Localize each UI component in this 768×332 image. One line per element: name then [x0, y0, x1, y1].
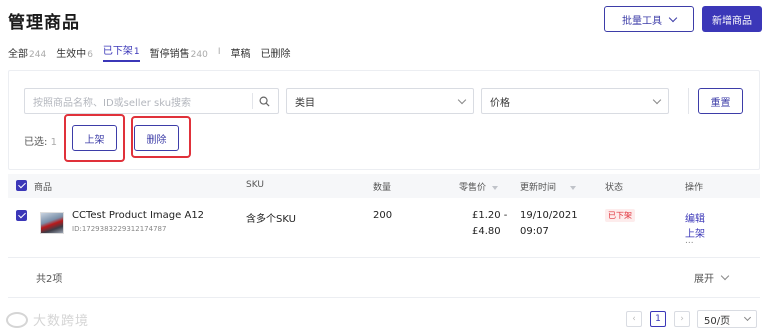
category-label: 类目: [295, 97, 315, 109]
tab-count: 244: [29, 49, 47, 60]
product-thumbnail: [40, 212, 64, 234]
price-select[interactable]: 价格: [481, 88, 669, 114]
tab-label: 全部: [8, 48, 28, 60]
table-row: CCTest Product Image A12 ID:172938322931…: [8, 198, 760, 258]
tab-count: 1: [133, 47, 140, 57]
chevron-down-icon: [720, 271, 730, 281]
tab-divider: I: [217, 47, 221, 57]
watermark-text: 大数跨境: [33, 314, 90, 329]
prev-page-button[interactable]: ‹: [626, 311, 642, 327]
tab-label: 暂停销售: [149, 48, 190, 60]
tab-deleted[interactable]: 已删除: [261, 45, 291, 60]
column-header-updated-label: 更新时间: [520, 183, 557, 193]
list-label: 上架: [84, 134, 105, 146]
next-page-button[interactable]: ›: [674, 311, 690, 327]
table-header: 商品 SKU 数量 零售价 更新时间 状态 操作: [8, 174, 760, 198]
sort-icon: [492, 185, 499, 190]
column-header-price[interactable]: 零售价: [459, 180, 499, 193]
column-header-actions: 操作: [685, 183, 704, 193]
tab-count: 240: [190, 49, 208, 60]
page-button[interactable]: 1: [650, 311, 666, 327]
search-icon[interactable]: [259, 96, 270, 107]
column-header-quantity: 数量: [373, 183, 392, 193]
page-size-select[interactable]: 50/页: [697, 310, 757, 328]
selected-count-text: 已选: 1: [24, 133, 57, 148]
chevron-down-icon: [668, 13, 678, 22]
total-count: 共2项: [36, 274, 63, 285]
status-badge: 已下架: [605, 209, 635, 222]
selected-label: 已选:: [24, 137, 48, 148]
page-number: 1: [655, 314, 661, 324]
tab-label: 已删除: [260, 48, 291, 60]
delete-button[interactable]: 删除: [134, 125, 179, 151]
price-label: 价格: [490, 97, 510, 109]
page-size-label: 50/页: [704, 315, 731, 327]
tab-active[interactable]: 生效中 6: [56, 45, 93, 60]
search-input[interactable]: 按照商品名称、ID或seller sku搜索: [24, 88, 279, 114]
chevron-left-icon: ‹: [632, 314, 636, 324]
reset-button[interactable]: 重置: [698, 88, 743, 114]
tab-paused[interactable]: 暂停销售 240: [150, 45, 208, 60]
bulk-tools-button[interactable]: 批量工具: [604, 6, 694, 32]
more-actions-icon[interactable]: ...: [685, 236, 694, 246]
list-button[interactable]: 上架: [72, 125, 117, 151]
product-name[interactable]: CCTest Product Image A12: [72, 210, 204, 221]
search-divider: [252, 93, 253, 109]
quantity-value: 200: [373, 210, 393, 221]
new-product-label: 新增商品: [712, 15, 752, 27]
chevron-down-icon: [652, 95, 662, 104]
chevron-down-icon: [457, 95, 467, 104]
watermark: 大数跨境: [6, 310, 89, 329]
table-footer: 共2项 展开: [8, 258, 760, 298]
updated-date: 19/10/2021: [520, 210, 578, 221]
tab-delisted[interactable]: 已下架 1: [102, 42, 140, 62]
expand-label: 展开: [694, 274, 714, 285]
price-range-start: £1.20 -: [472, 210, 508, 221]
status-tabs: 全部 244 生效中 6 已下架 1 暂停销售 240 I 草稿 已删除: [8, 42, 301, 62]
page-title: 管理商品: [8, 13, 80, 33]
expand-toggle[interactable]: 展开: [694, 270, 730, 285]
search-placeholder: 按照商品名称、ID或seller sku搜索: [33, 97, 192, 109]
chevron-down-icon: [743, 313, 752, 322]
reset-label: 重置: [710, 97, 731, 109]
new-product-button[interactable]: 新增商品: [702, 6, 762, 32]
sku-value: 含多个SKU: [246, 214, 296, 225]
delete-label: 删除: [146, 134, 167, 146]
chevron-right-icon: ›: [680, 314, 684, 324]
column-header-updated[interactable]: 更新时间: [520, 180, 577, 193]
product-id: ID:1729383229312174787: [72, 225, 167, 233]
watermark-logo-icon: [6, 311, 28, 328]
updated-time: 09:07: [520, 226, 549, 237]
selected-count: 1: [50, 137, 57, 148]
tab-draft[interactable]: 草稿: [231, 45, 251, 60]
select-all-checkbox[interactable]: [16, 180, 27, 191]
column-header-status: 状态: [605, 183, 624, 193]
row-checkbox[interactable]: [16, 210, 27, 221]
column-header-product: 商品: [34, 183, 53, 193]
column-header-price-label: 零售价: [459, 183, 487, 193]
tab-label: 生效中: [56, 48, 87, 60]
sort-icon: [570, 185, 577, 190]
column-header-sku: SKU: [246, 180, 264, 190]
tab-label: 已下架: [102, 46, 133, 57]
edit-link[interactable]: 编辑: [685, 210, 705, 225]
tab-all[interactable]: 全部 244: [8, 45, 46, 60]
category-select[interactable]: 类目: [286, 88, 474, 114]
bulk-tools-label: 批量工具: [622, 15, 662, 27]
price-range-end: £4.80: [472, 226, 501, 237]
filter-divider: [688, 88, 689, 114]
tab-label: 草稿: [230, 48, 251, 60]
tab-count: 6: [87, 49, 93, 60]
